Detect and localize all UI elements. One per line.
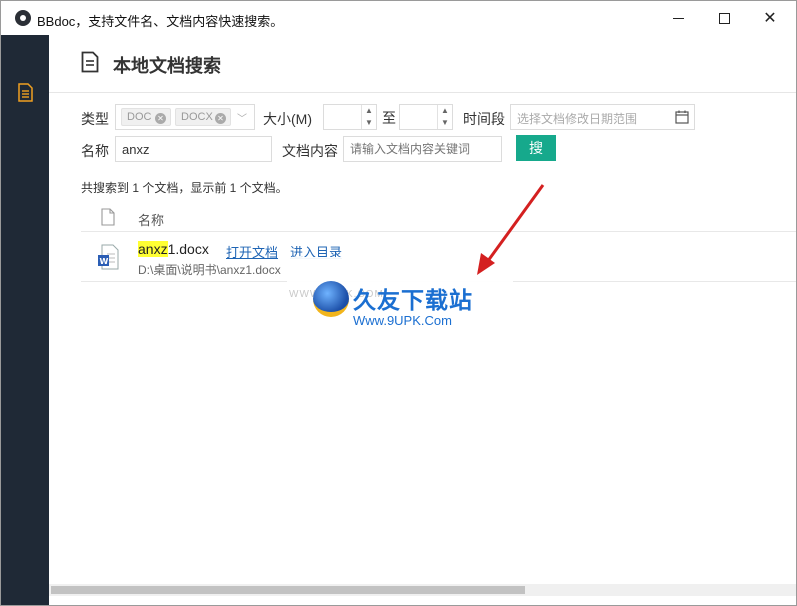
close-button[interactable]: ✕ — [747, 1, 793, 35]
date-range-field[interactable]: 选择文档修改日期范围 — [510, 104, 695, 130]
watermark-brand: 久友下载站 — [353, 287, 473, 313]
content-keyword-input[interactable] — [343, 136, 502, 162]
app-logo-icon — [15, 10, 31, 26]
size-to-label: 至 — [382, 110, 396, 126]
type-tag-label: DOCX — [181, 111, 213, 123]
watermark-url: Www.9UPK.Com — [353, 313, 452, 328]
watermark-globe-icon — [313, 281, 349, 317]
size-max-stepper[interactable]: ▲ ▼ — [399, 104, 453, 130]
chevron-down-icon[interactable]: ▼ — [440, 117, 450, 129]
minimize-button[interactable] — [655, 1, 701, 35]
column-header-name: 名称 — [138, 213, 165, 228]
file-name-match: anxz — [138, 241, 168, 257]
results-table-header: 名称 — [81, 206, 796, 232]
open-document-link[interactable]: 打开文档 — [226, 242, 278, 261]
type-tag-label: DOC — [127, 111, 152, 123]
type-label: 类型 — [81, 111, 109, 127]
size-min-stepper[interactable]: ▲ ▼ — [323, 104, 377, 130]
chevron-down-icon[interactable]: ﹀ — [237, 110, 249, 125]
type-tag-docx: DOCX ✕ — [175, 108, 231, 126]
remove-tag-icon[interactable]: ✕ — [155, 113, 166, 124]
maximize-icon — [718, 12, 730, 24]
chevron-up-icon[interactable]: ▲ — [440, 105, 450, 117]
date-label: 时间段 — [463, 111, 505, 127]
scrollbar-thumb[interactable] — [51, 586, 525, 594]
page-title: 本地文档搜索 — [113, 56, 221, 76]
remove-tag-icon[interactable]: ✕ — [215, 113, 226, 124]
date-placeholder: 选择文档修改日期范围 — [517, 112, 638, 126]
sidebar-item-document[interactable] — [18, 83, 33, 102]
content-label: 文档内容 — [282, 143, 338, 159]
file-name[interactable]: anxz1.docx — [138, 241, 209, 257]
minimize-icon — [672, 17, 684, 19]
horizontal-scrollbar[interactable] — [49, 584, 796, 596]
calendar-icon[interactable] — [675, 110, 689, 124]
svg-text:W: W — [100, 257, 109, 266]
title-bar: BBdoc，支持文件名、文档内容快速搜索。 ✕ — [1, 1, 796, 35]
file-path: D:\桌面\说明书\anxz1.docx — [138, 263, 281, 277]
close-icon: ✕ — [763, 10, 777, 27]
name-input[interactable] — [115, 136, 272, 162]
stepper-buttons: ▲ ▼ — [437, 105, 452, 129]
chevron-up-icon[interactable]: ▲ — [364, 105, 374, 117]
file-name-rest: 1.docx — [167, 241, 209, 257]
sidebar — [1, 35, 49, 605]
result-summary: 共搜索到 1 个文档，显示前 1 个文档。 — [81, 181, 288, 195]
stepper-buttons: ▲ ▼ — [361, 105, 376, 129]
name-label: 名称 — [81, 143, 109, 159]
size-label: 大小(M) — [263, 111, 312, 127]
window-title: BBdoc，支持文件名、文档内容快速搜索。 — [37, 14, 284, 29]
annotation-arrow-icon — [477, 184, 545, 275]
word-document-icon: W — [98, 244, 119, 270]
app-window: BBdoc，支持文件名、文档内容快速搜索。 ✕ 本地文档搜索 类型 DOC ✕ — [0, 0, 797, 606]
document-icon — [81, 51, 99, 73]
maximize-button[interactable] — [701, 1, 747, 35]
type-select[interactable]: DOC ✕ DOCX ✕ ﹀ — [115, 104, 255, 130]
file-icon — [101, 208, 115, 226]
page-header: 本地文档搜索 — [49, 35, 796, 93]
main-content: 本地文档搜索 类型 DOC ✕ DOCX ✕ ﹀ 大小(M) ▲ ▼ 至 ▲ ▼… — [49, 35, 796, 605]
chevron-down-icon[interactable]: ▼ — [364, 117, 374, 129]
type-tag-doc: DOC ✕ — [121, 108, 171, 126]
search-button[interactable]: 搜 — [516, 135, 556, 161]
